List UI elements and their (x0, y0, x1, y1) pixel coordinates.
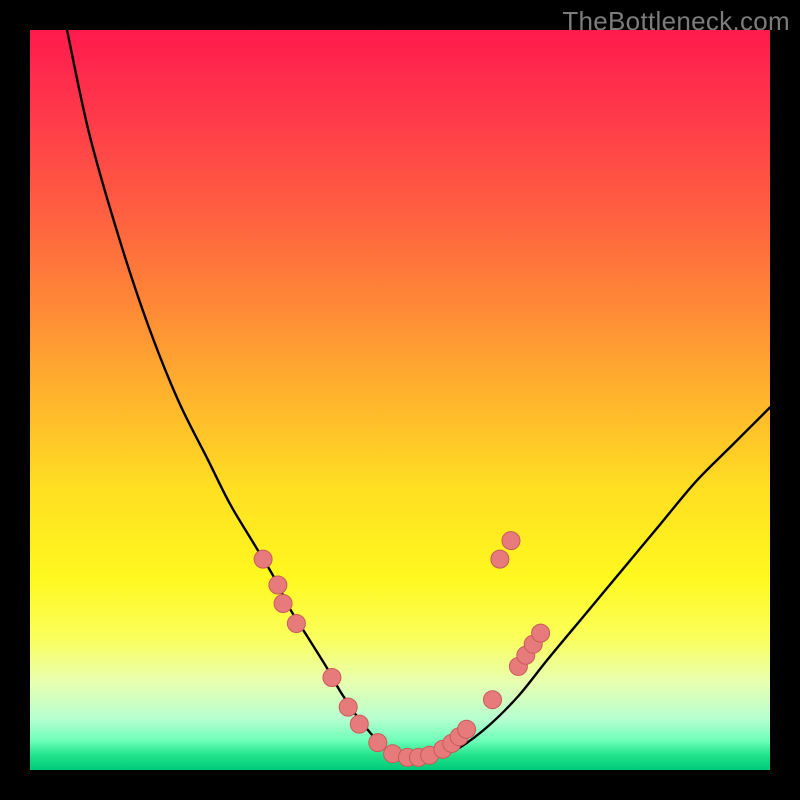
plot-area (30, 30, 770, 770)
data-marker (339, 698, 357, 716)
data-marker (274, 595, 292, 613)
data-marker (369, 734, 387, 752)
data-marker (532, 624, 550, 642)
data-marker (323, 669, 341, 687)
data-marker (254, 550, 272, 568)
data-marker (269, 576, 287, 594)
chart-svg (30, 30, 770, 770)
marker-group (254, 532, 549, 767)
bottleneck-curve (67, 30, 770, 759)
data-marker (484, 691, 502, 709)
chart-frame: TheBottleneck.com (0, 0, 800, 800)
data-marker (502, 532, 520, 550)
data-marker (350, 715, 368, 733)
data-marker (458, 720, 476, 738)
data-marker (287, 614, 305, 632)
data-marker (491, 550, 509, 568)
